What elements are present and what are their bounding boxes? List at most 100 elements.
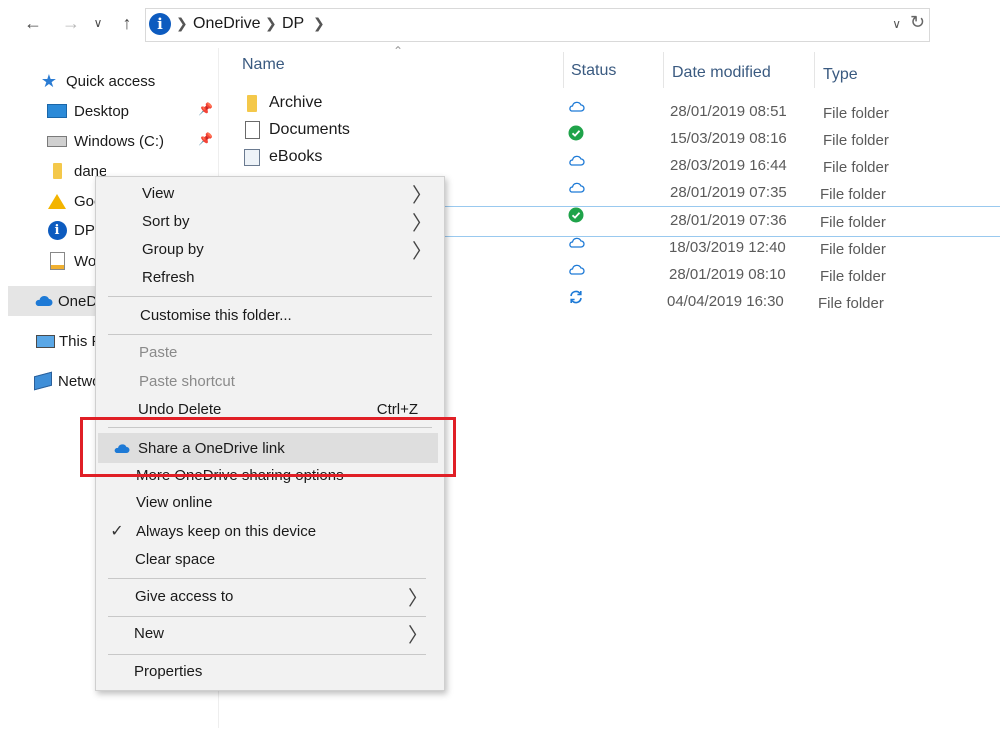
menu-item-new[interactable]: New 〉 (96, 620, 444, 647)
chevron-right-icon: 〉 (408, 622, 428, 647)
menu-item-paste-shortcut[interactable]: Paste shortcut (96, 368, 444, 394)
nav-item-label: OneD (58, 292, 98, 310)
type-cell: File folder (820, 268, 886, 285)
menu-item-label: Customise this folder... (140, 306, 292, 324)
back-button[interactable]: ← (20, 8, 46, 38)
menu-item-label: Group by (142, 240, 204, 258)
arrow-left-icon: ← (24, 12, 42, 33)
breadcrumb-onedrive[interactable]: OneDrive (193, 15, 261, 33)
drive-icon (46, 130, 68, 152)
chevron-right-icon[interactable]: ❯ (176, 15, 188, 32)
column-divider[interactable] (814, 52, 815, 88)
chevron-right-icon: 〉 (412, 238, 432, 263)
date-modified-cell: 15/03/2019 08:16 (670, 130, 787, 147)
menu-item-refresh[interactable]: Refresh (96, 264, 444, 290)
menu-item-paste[interactable]: Paste (96, 339, 444, 365)
date-modified-cell: 18/03/2019 12:40 (669, 239, 786, 256)
cloud-status-icon (566, 259, 586, 279)
menu-item-group-by[interactable]: Group by 〉 (96, 236, 444, 263)
date-modified-cell: 28/01/2019 07:36 (670, 212, 787, 229)
recent-locations-button[interactable]: ∨ (88, 8, 108, 38)
menu-item-label: Refresh (142, 268, 195, 286)
type-cell: File folder (820, 214, 886, 231)
column-header-name[interactable]: Name (242, 56, 285, 74)
pin-icon[interactable]: 📌 (198, 102, 213, 116)
file-name-label: Documents (269, 121, 350, 138)
selected-row-border (440, 206, 1000, 207)
cloud-status-icon (566, 150, 586, 170)
syncing-icon (566, 287, 586, 307)
menu-item-clear-space[interactable]: Clear space (96, 546, 444, 572)
menu-item-label: Paste (139, 343, 178, 361)
menu-item-sort-by[interactable]: Sort by 〉 (96, 208, 444, 235)
checkmark-icon: ✓ (110, 523, 124, 540)
file-row-documents[interactable]: Documents (242, 118, 350, 142)
column-divider[interactable] (563, 52, 564, 88)
breadcrumb-dp[interactable]: DP (282, 15, 304, 33)
menu-item-properties[interactable]: Properties (96, 658, 444, 684)
date-modified-cell: 04/04/2019 16:30 (667, 293, 784, 310)
nav-item-windows-c[interactable]: Windows (C:) 📌 (46, 127, 216, 155)
folder-icon (46, 160, 68, 182)
type-cell: File folder (823, 159, 889, 176)
nav-item-label: Quick access (66, 72, 156, 90)
onedrive-cloud-icon (32, 290, 54, 312)
nav-item-label: This P (59, 332, 100, 350)
chevron-down-icon: ∨ (93, 16, 103, 30)
menu-separator (108, 334, 432, 335)
menu-item-view-online[interactable]: View online (96, 489, 444, 515)
synced-check-icon (566, 205, 586, 225)
menu-item-shortcut: Ctrl+Z (376, 400, 418, 418)
address-bar[interactable]: i ❯ OneDrive ❯ DP ❯ ∨ ↻ (145, 8, 930, 42)
menu-item-give-access[interactable]: Give access to 〉 (96, 583, 444, 610)
type-cell: File folder (823, 132, 889, 149)
nav-item-quick-access[interactable]: ★ Quick access (38, 67, 155, 95)
ebooks-icon (242, 147, 262, 167)
network-icon (32, 370, 54, 392)
column-header-status[interactable]: Status (571, 62, 616, 80)
folder-icon (242, 93, 262, 113)
chevron-right-icon: 〉 (412, 182, 432, 207)
synced-check-icon (566, 123, 586, 143)
pin-icon[interactable]: 📌 (198, 132, 213, 146)
file-row-ebooks[interactable]: eBooks (242, 145, 322, 169)
nav-item-network[interactable]: Netwo (32, 367, 100, 395)
column-header-date-modified[interactable]: Date modified (672, 64, 771, 82)
desktop-icon (46, 100, 68, 122)
forward-button[interactable]: → (58, 8, 84, 38)
up-button[interactable]: ↑ (114, 8, 140, 38)
date-modified-cell: 28/03/2019 16:44 (670, 157, 787, 174)
sort-ascending-icon: ⌃ (393, 44, 404, 58)
menu-item-view[interactable]: View 〉 (96, 180, 444, 207)
chevron-right-icon[interactable]: ❯ (265, 15, 277, 32)
column-divider[interactable] (663, 52, 664, 88)
file-row-archive[interactable]: Archive (242, 91, 322, 115)
refresh-icon[interactable]: ↻ (910, 12, 925, 33)
date-modified-cell: 28/01/2019 08:51 (670, 103, 787, 120)
nav-item-desktop[interactable]: Desktop 📌 (46, 97, 216, 125)
cloud-status-icon (566, 177, 586, 197)
menu-item-label: Undo Delete (138, 400, 222, 418)
menu-item-label: View online (136, 493, 213, 511)
nav-item-this-pc[interactable]: This P (34, 327, 100, 355)
menu-separator (108, 296, 432, 297)
chevron-right-icon[interactable]: ❯ (313, 15, 325, 32)
menu-item-label: Clear space (135, 550, 216, 568)
selected-row-border (440, 236, 1000, 237)
menu-item-customise-folder[interactable]: Customise this folder... (96, 302, 444, 328)
highlight-annotation-box (80, 417, 456, 477)
menu-item-always-keep[interactable]: ✓ Always keep on this device (96, 518, 444, 544)
menu-separator (108, 616, 426, 617)
arrow-right-icon: → (62, 12, 80, 33)
file-name-label: eBooks (269, 148, 323, 165)
menu-item-label: View (142, 184, 175, 202)
cloud-status-icon (566, 232, 586, 252)
nav-item-label: Desktop (74, 102, 130, 120)
column-header-type[interactable]: Type (823, 66, 858, 84)
nav-item-onedrive[interactable]: OneD (32, 287, 100, 315)
type-cell: File folder (823, 105, 889, 122)
menu-item-label: Sort by (142, 212, 190, 230)
address-dropdown-icon[interactable]: ∨ (892, 17, 901, 31)
chevron-right-icon: 〉 (408, 585, 428, 610)
nav-item-label: DP (74, 221, 95, 239)
